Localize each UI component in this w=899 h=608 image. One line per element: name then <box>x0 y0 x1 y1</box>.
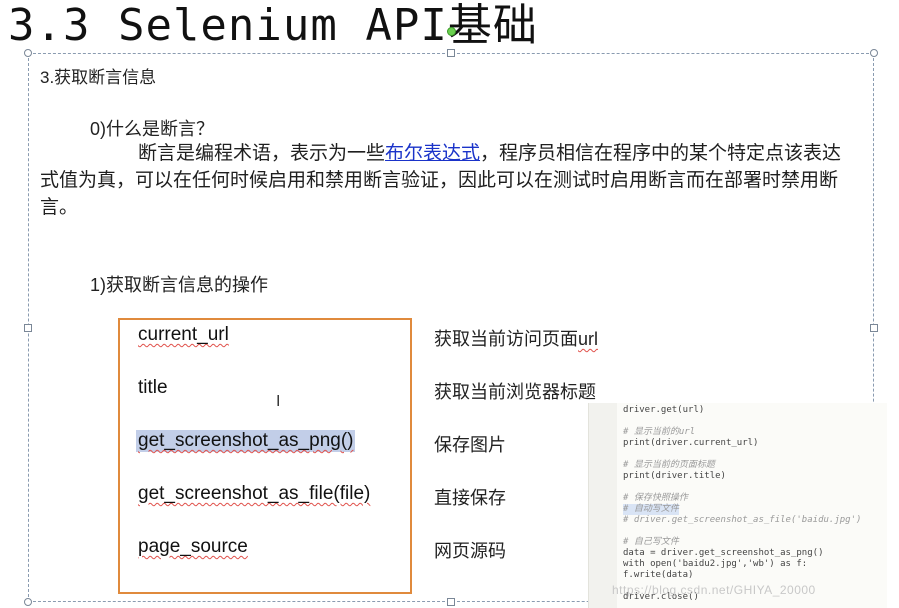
resize-handle-top-right[interactable] <box>870 49 878 57</box>
code-gutter <box>589 403 617 608</box>
method-get-screenshot-as-png: get_screenshot_as_png() <box>136 430 356 452</box>
desc-get-screenshot-as-png: 保存图片 <box>434 435 506 455</box>
code-line: # driver.get_screenshot_as_file('baidu.j… <box>623 515 862 525</box>
code-line: print(driver.title) <box>623 471 726 481</box>
desc-current-url-text: 获取当前访问页面 <box>434 329 578 349</box>
code-line: print(driver.current_url) <box>623 438 759 448</box>
paragraph-text-start: 断言是编程术语，表示为一些 <box>138 143 386 164</box>
section-heading: 3.获取断言信息 <box>40 68 157 87</box>
code-line: data = driver.get_screenshot_as_png() <box>623 548 824 558</box>
method-current-url: current_url <box>138 324 229 345</box>
operations-subheading: 1)获取断言信息的操作 <box>90 275 269 295</box>
rotation-handle[interactable] <box>447 27 456 36</box>
code-line: f.write(data) <box>623 570 694 580</box>
resize-handle-bottom-left[interactable] <box>24 598 32 606</box>
text-cursor-icon: I <box>276 393 281 410</box>
resize-handle-top-middle[interactable] <box>447 49 455 57</box>
resize-handle-middle-right[interactable] <box>870 324 878 332</box>
assertion-definition-paragraph: 断言是编程术语，表示为一些布尔表达式，程序员相信在程序中的某个特定点该表达式值为… <box>40 140 858 221</box>
code-line: # 自动写文件 <box>623 504 679 515</box>
method-title: title <box>138 377 168 398</box>
method-page-source: page_source <box>138 536 248 557</box>
desc-current-url: 获取当前访问页面url <box>434 325 598 351</box>
boolean-expression-link[interactable]: 布尔表达式 <box>385 143 480 164</box>
resize-handle-bottom-middle[interactable] <box>447 598 455 606</box>
slide-title: 3.3 Selenium API基础 <box>8 0 538 51</box>
desc-get-screenshot-as-file: 直接保存 <box>434 488 506 508</box>
desc-page-source: 网页源码 <box>434 541 506 561</box>
code-screenshot-thumbnail: driver.get(url) # 显示当前的url print(driver.cu… <box>588 403 887 608</box>
code-line: # 自己写文件 <box>623 537 679 547</box>
resize-handle-middle-left[interactable] <box>24 324 32 332</box>
code-line: # 显示当前的页面标题 <box>623 460 715 470</box>
watermark: https://blog.csdn.net/GHIYA_20000 <box>612 583 816 597</box>
code-line: driver.get(url) <box>623 405 705 415</box>
code-line: with open('baidu2.jpg','wb') as f: <box>623 559 808 569</box>
method-get-screenshot-as-file: get_screenshot_as_file(file) <box>138 483 371 504</box>
question-heading: 0)什么是断言？ <box>90 119 215 139</box>
desc-title: 获取当前浏览器标题 <box>434 382 596 402</box>
desc-current-url-suffix: url <box>578 329 599 349</box>
code-line: # 显示当前的url <box>623 427 696 437</box>
resize-handle-top-left[interactable] <box>24 49 32 57</box>
code-line: # 保存快照操作 <box>623 493 688 503</box>
